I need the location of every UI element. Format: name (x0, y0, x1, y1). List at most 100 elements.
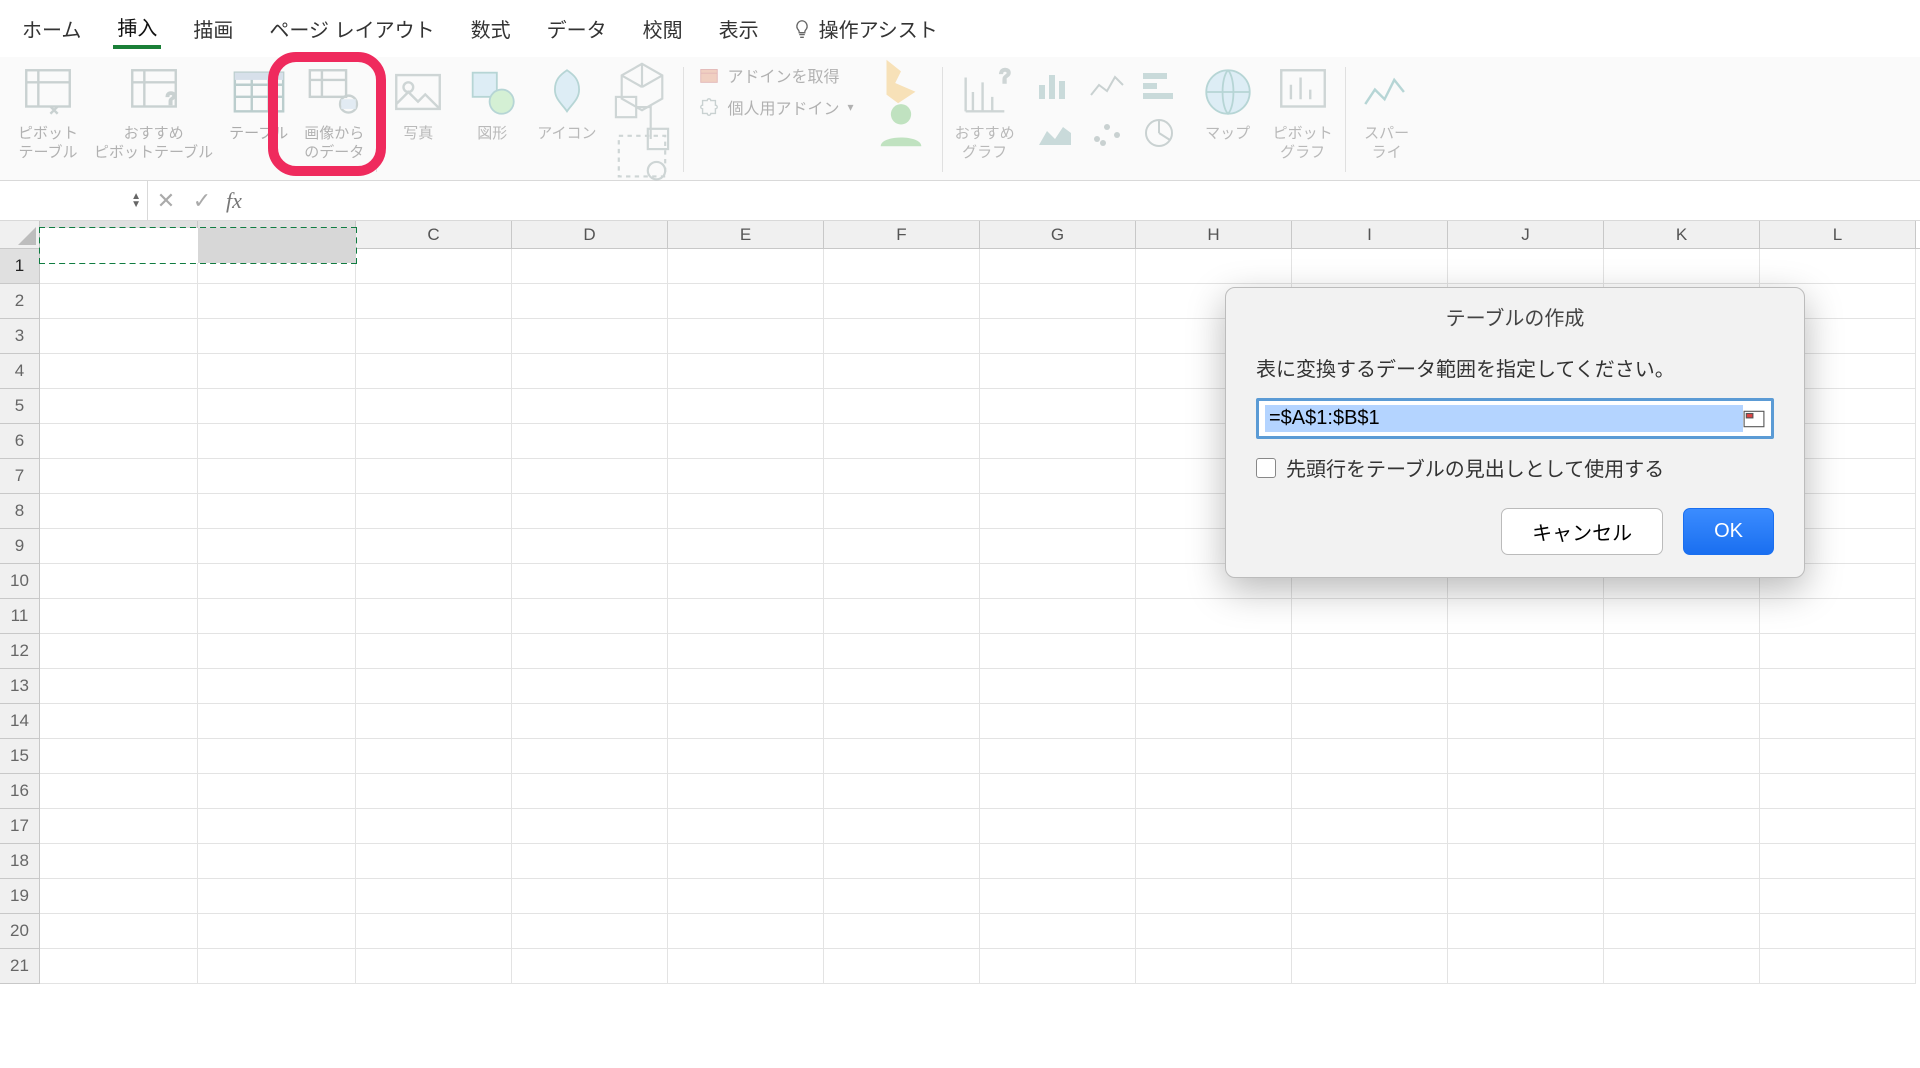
cell-D9[interactable] (512, 529, 668, 564)
cell-J21[interactable] (1448, 949, 1604, 984)
cell-H17[interactable] (1136, 809, 1292, 844)
cell-G16[interactable] (980, 774, 1136, 809)
cell-J14[interactable] (1448, 704, 1604, 739)
cell-G11[interactable] (980, 599, 1136, 634)
row-header-10[interactable]: 10 (0, 564, 40, 599)
cell-F16[interactable] (824, 774, 980, 809)
cell-A19[interactable] (40, 879, 198, 914)
cell-D2[interactable] (512, 284, 668, 319)
menu-view[interactable]: 表示 (715, 10, 763, 47)
row-header-19[interactable]: 19 (0, 879, 40, 914)
cell-C6[interactable] (356, 424, 512, 459)
cell-D18[interactable] (512, 844, 668, 879)
cell-K19[interactable] (1604, 879, 1760, 914)
cell-G2[interactable] (980, 284, 1136, 319)
cell-B17[interactable] (198, 809, 356, 844)
cell-J18[interactable] (1448, 844, 1604, 879)
cell-A6[interactable] (40, 424, 198, 459)
cell-J12[interactable] (1448, 634, 1604, 669)
menu-home[interactable]: ホーム (18, 10, 85, 47)
cell-B19[interactable] (198, 879, 356, 914)
cell-B9[interactable] (198, 529, 356, 564)
cell-B2[interactable] (198, 284, 356, 319)
ribbon-sparkline[interactable]: スパー ライ (1350, 63, 1424, 163)
row-header-18[interactable]: 18 (0, 844, 40, 879)
pie-chart-icon[interactable] (1138, 115, 1180, 151)
cell-F1[interactable] (824, 249, 980, 284)
cell-B18[interactable] (198, 844, 356, 879)
cell-G9[interactable] (980, 529, 1136, 564)
cell-J1[interactable] (1448, 249, 1604, 284)
ribbon-pivot-chart[interactable]: ピボット グラフ (1265, 63, 1341, 163)
cell-F19[interactable] (824, 879, 980, 914)
cell-B1[interactable] (198, 228, 356, 263)
col-header-D[interactable]: D (512, 221, 668, 248)
cell-A4[interactable] (40, 354, 198, 389)
cell-E17[interactable] (668, 809, 824, 844)
cell-I12[interactable] (1292, 634, 1448, 669)
cell-G4[interactable] (980, 354, 1136, 389)
cell-K15[interactable] (1604, 739, 1760, 774)
cell-A10[interactable] (40, 564, 198, 599)
cell-D3[interactable] (512, 319, 668, 354)
cell-G8[interactable] (980, 494, 1136, 529)
cell-G13[interactable] (980, 669, 1136, 704)
cell-F11[interactable] (824, 599, 980, 634)
cell-D4[interactable] (512, 354, 668, 389)
col-header-G[interactable]: G (980, 221, 1136, 248)
cell-C19[interactable] (356, 879, 512, 914)
cell-B15[interactable] (198, 739, 356, 774)
ribbon-3d-models[interactable] (605, 63, 679, 177)
cancel-button[interactable]: キャンセル (1501, 508, 1663, 555)
row-header-20[interactable]: 20 (0, 914, 40, 949)
menu-page-layout[interactable]: ページ レイアウト (265, 10, 438, 47)
cell-G10[interactable] (980, 564, 1136, 599)
cell-A5[interactable] (40, 389, 198, 424)
row-header-13[interactable]: 13 (0, 669, 40, 704)
row-header-12[interactable]: 12 (0, 634, 40, 669)
cell-E19[interactable] (668, 879, 824, 914)
select-all-cell[interactable] (0, 221, 40, 248)
headers-checkbox[interactable] (1256, 458, 1276, 478)
ribbon-map[interactable]: マップ (1191, 63, 1265, 144)
cell-C15[interactable] (356, 739, 512, 774)
cell-F20[interactable] (824, 914, 980, 949)
cell-K16[interactable] (1604, 774, 1760, 809)
cell-C16[interactable] (356, 774, 512, 809)
cell-D17[interactable] (512, 809, 668, 844)
cell-I1[interactable] (1292, 249, 1448, 284)
cell-F18[interactable] (824, 844, 980, 879)
cell-J20[interactable] (1448, 914, 1604, 949)
cell-K21[interactable] (1604, 949, 1760, 984)
cell-F21[interactable] (824, 949, 980, 984)
cell-B7[interactable] (198, 459, 356, 494)
cell-C7[interactable] (356, 459, 512, 494)
cell-L1[interactable] (1760, 249, 1916, 284)
cell-K14[interactable] (1604, 704, 1760, 739)
cell-C17[interactable] (356, 809, 512, 844)
cell-E16[interactable] (668, 774, 824, 809)
cell-C20[interactable] (356, 914, 512, 949)
menu-formulas[interactable]: 数式 (467, 10, 515, 47)
ribbon-rec-pivot[interactable]: ? おすすめ ピボットテーブル (86, 63, 221, 163)
cell-E8[interactable] (668, 494, 824, 529)
menu-draw[interactable]: 描画 (189, 10, 237, 47)
cell-L19[interactable] (1760, 879, 1916, 914)
cell-A8[interactable] (40, 494, 198, 529)
cell-L14[interactable] (1760, 704, 1916, 739)
row-header-6[interactable]: 6 (0, 424, 40, 459)
row-header-2[interactable]: 2 (0, 284, 40, 319)
cell-F13[interactable] (824, 669, 980, 704)
row-header-11[interactable]: 11 (0, 599, 40, 634)
cell-B8[interactable] (198, 494, 356, 529)
cell-H19[interactable] (1136, 879, 1292, 914)
cell-F14[interactable] (824, 704, 980, 739)
cell-L13[interactable] (1760, 669, 1916, 704)
cell-A1[interactable] (40, 228, 198, 263)
cell-E2[interactable] (668, 284, 824, 319)
cell-D19[interactable] (512, 879, 668, 914)
row-header-7[interactable]: 7 (0, 459, 40, 494)
cell-A2[interactable] (40, 284, 198, 319)
cell-H18[interactable] (1136, 844, 1292, 879)
cell-A11[interactable] (40, 599, 198, 634)
